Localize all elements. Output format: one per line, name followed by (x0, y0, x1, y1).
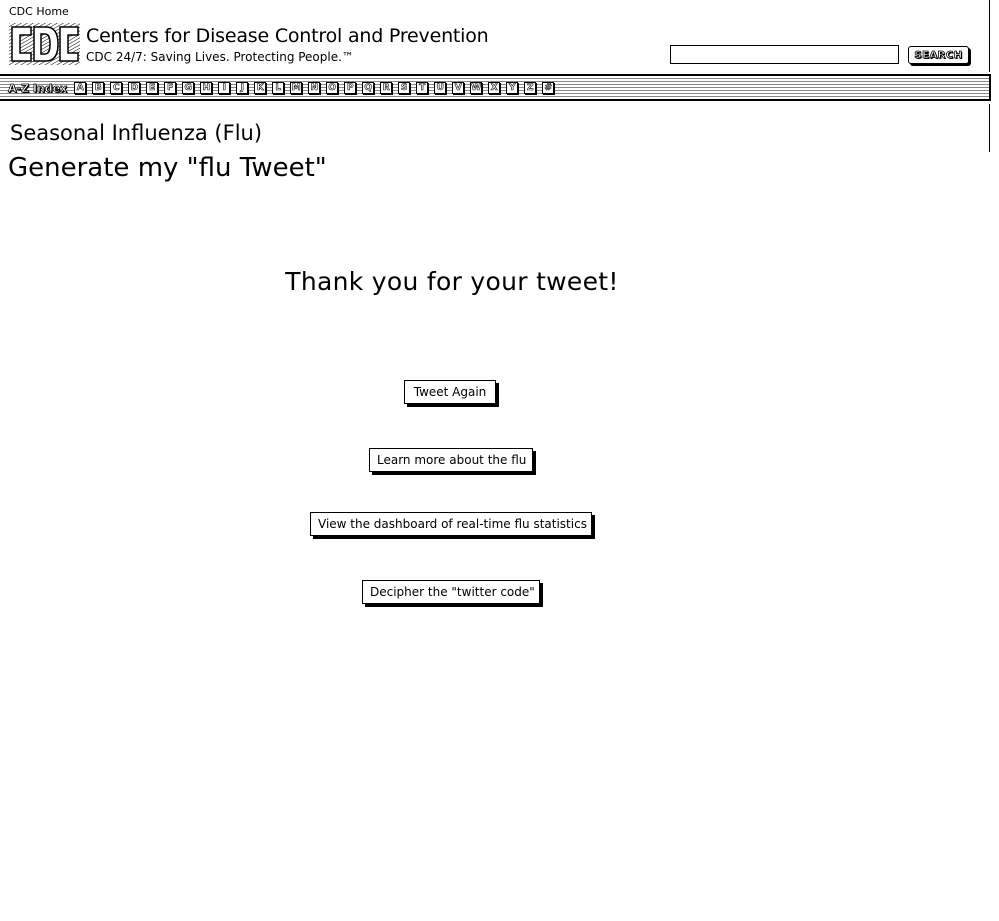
page: CDC Home Centers for Disease Control and… (0, 0, 999, 921)
az-letter-d[interactable]: D (128, 82, 141, 94)
az-letter-p[interactable]: P (344, 82, 357, 94)
decipher-twitter-code-button[interactable]: Decipher the "twitter code" (362, 580, 540, 604)
az-letter-v[interactable]: V (452, 82, 465, 94)
az-letter-r[interactable]: R (380, 82, 393, 94)
az-letter-t[interactable]: T (416, 82, 429, 94)
az-letter-w[interactable]: W (470, 82, 483, 94)
cdc-logo[interactable] (9, 23, 80, 65)
learn-more-button[interactable]: Learn more about the flu (369, 448, 533, 472)
az-letter-i[interactable]: I (218, 82, 231, 94)
cdc-home-link[interactable]: CDC Home (9, 5, 69, 18)
az-letter-c[interactable]: C (110, 82, 123, 94)
content-right-border (989, 104, 990, 152)
tagline: CDC 24/7: Saving Lives. Protecting Peopl… (86, 50, 354, 64)
az-letter-s[interactable]: S (398, 82, 411, 94)
az-letter-k[interactable]: K (254, 82, 267, 94)
header-right-border (989, 0, 990, 72)
search-button[interactable]: SEARCH (908, 46, 969, 64)
dashboard-button[interactable]: View the dashboard of real-time flu stat… (310, 512, 592, 536)
az-letter-n[interactable]: N (308, 82, 321, 94)
az-letter-u[interactable]: U (434, 82, 447, 94)
az-letter-g[interactable]: G (182, 82, 195, 94)
az-letter-hash[interactable]: # (542, 82, 555, 94)
az-letter-a[interactable]: A (74, 82, 87, 94)
az-letter-f[interactable]: F (164, 82, 177, 94)
search-input[interactable] (670, 45, 899, 64)
az-letter-j[interactable]: J (236, 82, 249, 94)
az-letter-z[interactable]: Z (524, 82, 537, 94)
az-letter-y[interactable]: Y (506, 82, 519, 94)
tweet-again-button[interactable]: Tweet Again (404, 380, 496, 404)
az-letter-x[interactable]: X (488, 82, 501, 94)
section-title: Seasonal Influenza (Flu) (10, 121, 263, 145)
az-letter-e[interactable]: E (146, 82, 159, 94)
az-index-bar: A-Z Index A B C D E F G H I J K L M N O P Q R S T U V W X Y Z # (0, 74, 989, 101)
az-letter-b[interactable]: B (92, 82, 105, 94)
org-name: Centers for Disease Control and Preventi… (86, 25, 489, 47)
az-index-link[interactable]: A-Z Index (8, 81, 68, 95)
az-bar-right-border (989, 74, 991, 101)
az-letter-m[interactable]: M (290, 82, 303, 94)
az-letter-q[interactable]: Q (362, 82, 375, 94)
az-index: A-Z Index A B C D E F G H I J K L M N O P Q R S T U V W X Y Z # (8, 80, 560, 96)
az-letter-o[interactable]: O (326, 82, 339, 94)
az-letter-h[interactable]: H (200, 82, 213, 94)
az-letter-l[interactable]: L (272, 82, 285, 94)
thank-you-message: Thank you for your tweet! (285, 267, 619, 296)
page-title: Generate my "flu Tweet" (8, 153, 327, 183)
